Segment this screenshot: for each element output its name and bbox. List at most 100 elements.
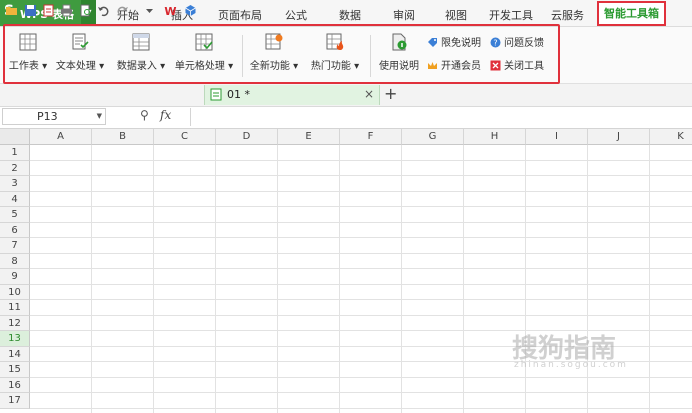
worksheet-button[interactable]: 工作表 ▾ xyxy=(7,33,49,72)
usage-guide-label: 使用说明 xyxy=(379,61,419,72)
function-icon[interactable]: fx xyxy=(160,108,171,122)
grid-column-line xyxy=(153,145,154,413)
cube-icon[interactable] xyxy=(184,4,197,17)
column-header[interactable]: J xyxy=(588,129,650,145)
crown-icon xyxy=(428,62,437,69)
tab-review[interactable]: 审阅 xyxy=(393,7,415,23)
grid-column-line xyxy=(91,145,92,413)
spreadsheet-doc-icon xyxy=(210,88,222,101)
grid-column-line xyxy=(525,145,526,413)
tab-data[interactable]: 数据 xyxy=(339,7,361,23)
row-header[interactable]: 10 xyxy=(0,284,30,300)
grid-row-line xyxy=(30,221,692,223)
chevron-down-icon[interactable]: ▼ xyxy=(97,112,102,120)
worksheet-label: 工作表 xyxy=(8,61,39,72)
question-icon: ? xyxy=(490,37,501,48)
grid-row-line xyxy=(30,314,692,316)
row-header[interactable]: 11 xyxy=(0,300,30,316)
text-processing-label: 文本处理 xyxy=(55,61,96,72)
tab-smart-toolbox[interactable]: 智能工具箱 xyxy=(597,1,666,26)
usage-guide-button[interactable]: 使用说明 xyxy=(376,33,422,72)
grid-row-line xyxy=(30,175,692,176)
row-header[interactable]: 6 xyxy=(0,222,30,238)
row-header[interactable]: 12 xyxy=(0,315,30,331)
hot-feature-icon xyxy=(326,33,344,50)
column-header[interactable]: F xyxy=(340,129,402,145)
data-entry-label: 数据录入 xyxy=(116,61,157,72)
hot-features-button[interactable]: 热门功能 ▾ xyxy=(307,33,363,72)
row-header[interactable]: 9 xyxy=(0,269,30,285)
row-header[interactable]: 5 xyxy=(0,207,30,223)
row-header[interactable]: 4 xyxy=(0,191,30,207)
row-header[interactable]: 7 xyxy=(0,238,30,254)
name-box[interactable]: P13 ▼ xyxy=(2,108,106,125)
close-tab-icon[interactable]: × xyxy=(364,87,374,101)
column-header[interactable]: D xyxy=(216,129,278,145)
ribbon-divider xyxy=(370,35,371,77)
column-header[interactable]: E xyxy=(278,129,340,145)
undo-icon[interactable] xyxy=(97,4,110,17)
grid-row-line xyxy=(30,252,692,254)
document-tab[interactable]: 01 * × xyxy=(204,85,380,105)
column-header[interactable]: C xyxy=(154,129,216,145)
tag-icon xyxy=(428,38,437,47)
open-folder-icon[interactable] xyxy=(5,4,18,17)
row-header[interactable]: 16 xyxy=(0,377,30,393)
grid-column-line xyxy=(463,145,464,413)
row-header[interactable]: 1 xyxy=(0,145,30,161)
formula-input[interactable] xyxy=(190,108,691,126)
select-all-corner[interactable] xyxy=(0,129,30,145)
new-features-button[interactable]: 全新功能 ▾ xyxy=(248,33,300,72)
save-icon[interactable] xyxy=(24,4,37,17)
cell-reference: P13 xyxy=(37,110,58,123)
column-header[interactable]: H xyxy=(464,129,526,145)
tab-page-layout[interactable]: 页面布局 xyxy=(218,7,262,23)
grid-row-line xyxy=(30,283,692,285)
free-trial-info-button[interactable]: 限免说明 xyxy=(427,34,481,49)
data-entry-icon xyxy=(132,33,150,51)
row-header[interactable]: 14 xyxy=(0,346,30,362)
print-preview-icon[interactable] xyxy=(79,4,92,17)
close-tool-button[interactable]: 关闭工具 xyxy=(490,57,544,72)
column-header[interactable]: I xyxy=(526,129,588,145)
spreadsheet-grid[interactable]: A B C D E F G H I J K 1 2 3 4 5 6 7 8 9 10 11 12 13 14 15 16 17 xyxy=(0,129,692,413)
column-header[interactable]: A xyxy=(30,129,92,145)
ribbon-divider xyxy=(242,35,243,77)
membership-label: 开通会员 xyxy=(441,61,481,72)
tab-cloud[interactable]: 云服务 xyxy=(551,7,584,23)
row-header[interactable]: 17 xyxy=(0,393,30,409)
cell-processing-button[interactable]: 单元格处理 ▾ xyxy=(172,33,236,72)
free-trial-info-label: 限免说明 xyxy=(441,38,481,49)
column-header[interactable]: K xyxy=(650,129,692,145)
text-processing-button[interactable]: 文本处理 ▾ xyxy=(53,33,107,72)
new-feature-icon xyxy=(265,33,283,50)
row-header[interactable]: 2 xyxy=(0,160,30,176)
column-header[interactable]: B xyxy=(92,129,154,145)
grid-row-line xyxy=(30,190,692,192)
grid-column-line xyxy=(339,145,340,413)
row-header[interactable]: 15 xyxy=(0,362,30,378)
wps-icon[interactable]: W xyxy=(164,4,177,17)
close-icon xyxy=(490,60,501,71)
zoom-search-icon[interactable]: ⚲ xyxy=(140,108,149,122)
redo-icon[interactable] xyxy=(116,4,129,17)
membership-button[interactable]: 开通会员 xyxy=(427,57,481,72)
data-entry-button[interactable]: 数据录入 ▾ xyxy=(113,33,169,72)
grid-row-line xyxy=(30,237,692,238)
feedback-button[interactable]: ? 问题反馈 xyxy=(490,34,544,49)
document-tab-title: 01 * xyxy=(227,88,250,101)
print-icon[interactable] xyxy=(60,4,73,17)
tab-developer[interactable]: 开发工具 xyxy=(489,7,533,23)
grid-row-line xyxy=(30,206,692,207)
row-header[interactable]: 3 xyxy=(0,176,30,192)
tab-formula[interactable]: 公式 xyxy=(285,7,307,23)
new-features-label: 全新功能 xyxy=(249,61,290,72)
column-header[interactable]: G xyxy=(402,129,464,145)
grid-column-line xyxy=(277,145,278,413)
export-pdf-icon[interactable] xyxy=(42,4,55,17)
tab-view[interactable]: 视图 xyxy=(445,7,467,23)
row-header[interactable]: 8 xyxy=(0,253,30,269)
new-tab-button[interactable]: + xyxy=(384,84,397,103)
row-header[interactable]: 13 xyxy=(0,331,30,347)
customize-dropdown-icon[interactable] xyxy=(143,4,156,17)
